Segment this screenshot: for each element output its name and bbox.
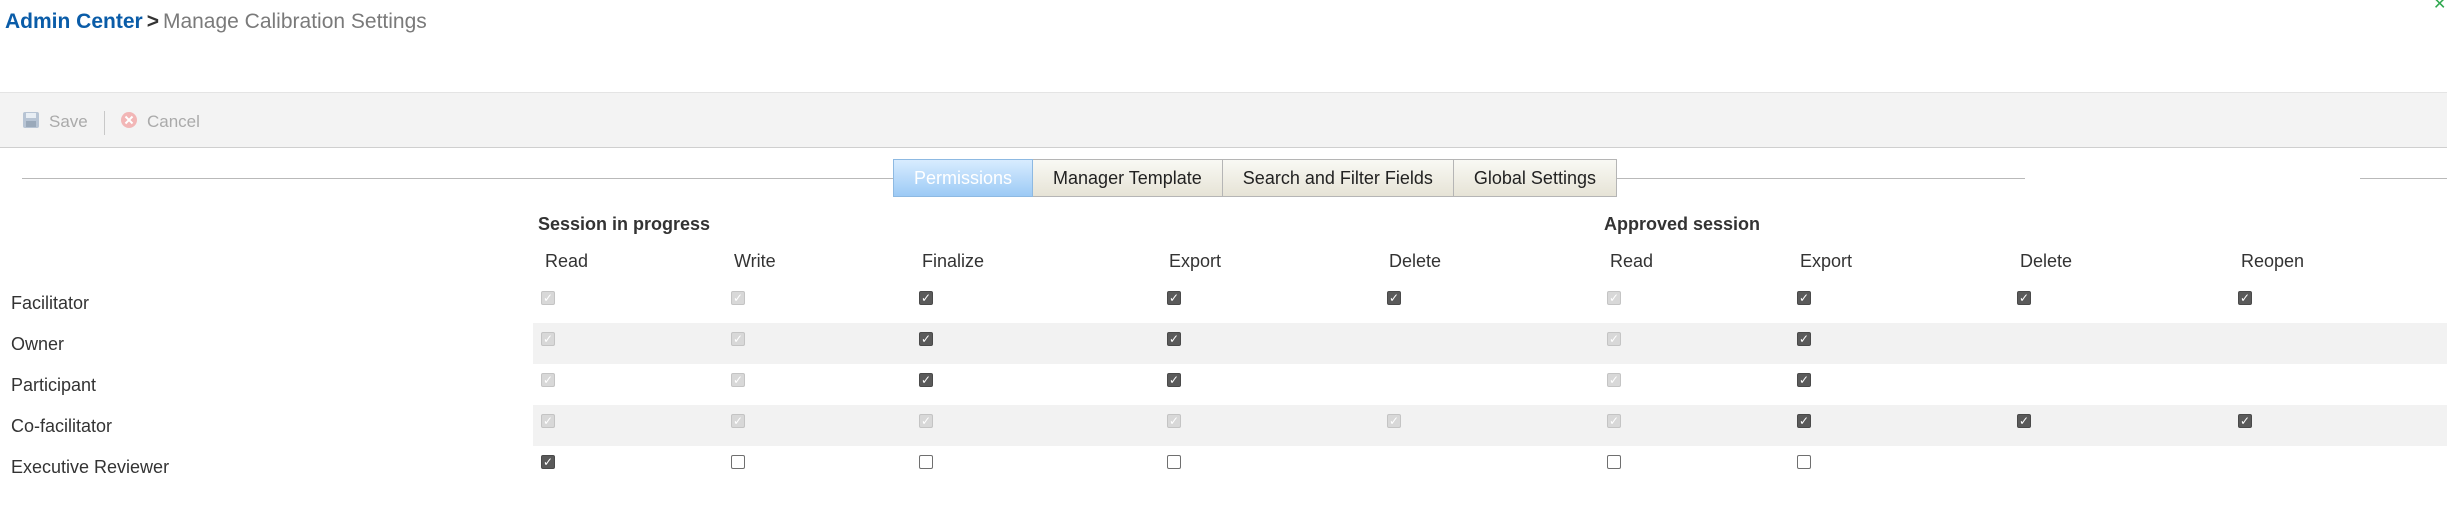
checkbox-ip-export[interactable]: ✓ [1167,332,1181,346]
col-in-progress-delete: Delete [1389,251,1442,271]
page-title: Manage Calibration Settings [162,10,427,33]
checkbox-ap-delete[interactable]: ✓ [2017,414,2031,428]
group-approved-session: Approved session [1604,214,1761,234]
checkbox-ap-reopen[interactable]: ✓ [2238,414,2252,428]
checkbox-ip-read: ✓ [541,332,555,346]
toolbar-divider [104,111,105,135]
checkbox-ip-export[interactable]: ✓ [1167,291,1181,305]
col-approved-reopen: Reopen [2241,251,2305,271]
checkbox-ap-reopen[interactable]: ✓ [2238,291,2252,305]
tab-divider-far-right [2360,178,2447,179]
checkbox-ip-read: ✓ [541,373,555,387]
checkbox-ip-write: ✓ [731,414,745,428]
checkbox-ip-finalize[interactable] [919,455,933,469]
checkbox-ap-export[interactable] [1797,455,1811,469]
row-background [533,323,2447,364]
table-row: Co-facilitator ✓ ✓ ✓ ✓ ✓ ✓ ✓ ✓ ✓ [0,405,2447,446]
checkbox-ap-export[interactable]: ✓ [1797,414,1811,428]
checkbox-ap-read: ✓ [1607,373,1621,387]
row-background [533,405,2447,446]
checkbox-ap-read: ✓ [1607,332,1621,346]
checkbox-ap-read: ✓ [1607,414,1621,428]
checkbox-ip-write[interactable] [731,455,745,469]
tab-global-settings[interactable]: Global Settings [1453,159,1617,197]
checkbox-ap-export[interactable]: ✓ [1797,373,1811,387]
checkbox-ap-export[interactable]: ✓ [1797,291,1811,305]
checkbox-ip-delete[interactable]: ✓ [1387,291,1401,305]
row-label: Facilitator [11,293,90,313]
toolbar: Save Cancel [0,92,2447,148]
row-label: Co-facilitator [11,416,113,436]
save-button-label: Save [49,112,88,131]
tab-divider-right [1590,178,2025,179]
table-row: Executive Reviewer ✓ [0,446,2447,487]
checkbox-ip-write: ✓ [731,373,745,387]
col-in-progress-export: Export [1169,251,1222,271]
cancel-button-label: Cancel [147,112,200,131]
breadcrumb: Admin Center > Manage Calibration Settings [5,10,427,34]
checkbox-ip-read: ✓ [541,414,555,428]
row-label: Participant [11,375,97,395]
save-icon [22,111,40,134]
checkbox-ip-finalize[interactable]: ✓ [919,332,933,346]
checkbox-ip-finalize[interactable]: ✓ [919,373,933,387]
checkbox-ip-finalize: ✓ [919,414,933,428]
checkbox-ip-read: ✓ [541,291,555,305]
tab-manager-template[interactable]: Manager Template [1033,159,1223,197]
row-label: Owner [11,334,65,354]
table-row: Participant ✓ ✓ ✓ ✓ ✓ ✓ [0,364,2447,405]
close-icon[interactable]: ✕ [2433,0,2447,14]
checkbox-ip-read[interactable]: ✓ [541,455,555,469]
table-row: Facilitator ✓ ✓ ✓ ✓ ✓ ✓ ✓ ✓ ✓ [0,282,2447,323]
breadcrumb-separator: > [146,10,159,33]
tab-divider-left [22,178,893,179]
checkbox-ip-finalize[interactable]: ✓ [919,291,933,305]
checkbox-ip-write: ✓ [731,291,745,305]
cancel-icon [120,111,138,134]
save-button[interactable]: Save [22,111,88,133]
checkbox-ip-export[interactable] [1167,455,1181,469]
col-in-progress-read: Read [545,251,589,271]
checkbox-ap-read[interactable] [1607,455,1621,469]
checkbox-ap-read: ✓ [1607,291,1621,305]
row-label: Executive Reviewer [11,457,170,477]
group-session-in-progress: Session in progress [538,214,711,234]
checkbox-ip-write: ✓ [731,332,745,346]
checkbox-ap-delete[interactable]: ✓ [2017,291,2031,305]
col-in-progress-write: Write [734,251,776,271]
tab-permissions[interactable]: Permissions [893,159,1034,197]
checkbox-ap-export[interactable]: ✓ [1797,332,1811,346]
col-approved-read: Read [1610,251,1654,271]
checkbox-ip-delete: ✓ [1387,414,1401,428]
table-row: Owner ✓ ✓ ✓ ✓ ✓ ✓ [0,323,2447,364]
cancel-button[interactable]: Cancel [120,111,200,133]
tab-bar: Permissions Manager Template Search and … [893,159,1617,197]
checkbox-ip-export[interactable]: ✓ [1167,373,1181,387]
breadcrumb-admin-center-link[interactable]: Admin Center [5,10,143,33]
checkbox-ip-export: ✓ [1167,414,1181,428]
col-approved-delete: Delete [2020,251,2073,271]
col-in-progress-finalize: Finalize [922,251,985,271]
col-approved-export: Export [1800,251,1853,271]
tab-search-and-filter-fields[interactable]: Search and Filter Fields [1222,159,1454,197]
